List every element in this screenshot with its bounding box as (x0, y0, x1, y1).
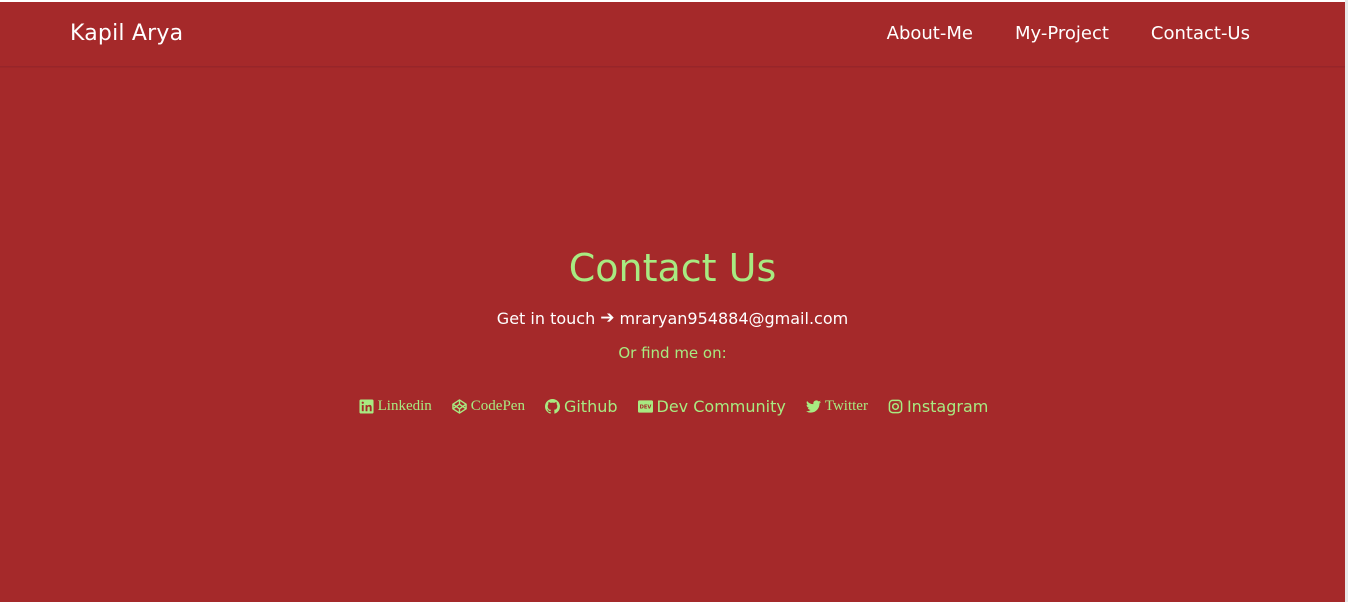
nav-link-my-project[interactable]: My-Project (1015, 23, 1109, 44)
social-link-twitter[interactable]: Twitter (805, 397, 868, 416)
social-links: Linkedin CodePen Github DEV Dev Communit… (0, 397, 1345, 416)
instagram-icon (888, 399, 903, 414)
social-link-linkedin[interactable]: Linkedin (359, 397, 432, 416)
brand-link[interactable]: Kapil Arya (70, 21, 183, 46)
nav-link-about-me[interactable]: About-Me (887, 23, 973, 44)
social-link-instagram[interactable]: Instagram (888, 397, 988, 416)
social-link-dev-community[interactable]: DEV Dev Community (637, 397, 786, 416)
get-in-touch-text: Get in touch (496, 308, 596, 328)
dev-icon: DEV (637, 400, 653, 413)
codepen-icon (452, 399, 467, 414)
email-link[interactable]: mraryan954884@gmail.com (619, 309, 848, 328)
nav-links: About-Me My-Project Contact-Us (887, 23, 1250, 44)
nav-link-contact-us[interactable]: Contact-Us (1151, 23, 1250, 44)
social-label: Dev Community (656, 397, 786, 416)
social-label: Instagram (906, 397, 989, 416)
get-in-touch-line: Get in touch ➔ mraryan954884@gmail.com (0, 308, 1345, 328)
page-background: Kapil Arya About-Me My-Project Contact-U… (0, 2, 1345, 602)
github-icon (544, 399, 560, 414)
contact-title: Contact Us (568, 246, 777, 290)
social-label: Twitter (824, 398, 868, 414)
linkedin-icon (359, 399, 374, 414)
twitter-icon (805, 400, 821, 413)
navbar: Kapil Arya About-Me My-Project Contact-U… (0, 2, 1345, 67)
contact-section: Contact Us Get in touch ➔ mraryan954884@… (0, 244, 1345, 416)
social-label: Github (563, 397, 618, 416)
find-me-text: Or find me on: (618, 344, 727, 362)
arrow-right-icon: ➔ (600, 308, 615, 328)
social-label: Linkedin (377, 398, 432, 414)
social-label: CodePen (470, 398, 525, 414)
social-link-github[interactable]: Github (544, 397, 618, 416)
svg-text:DEV: DEV (639, 405, 651, 411)
social-link-codepen[interactable]: CodePen (452, 397, 525, 416)
